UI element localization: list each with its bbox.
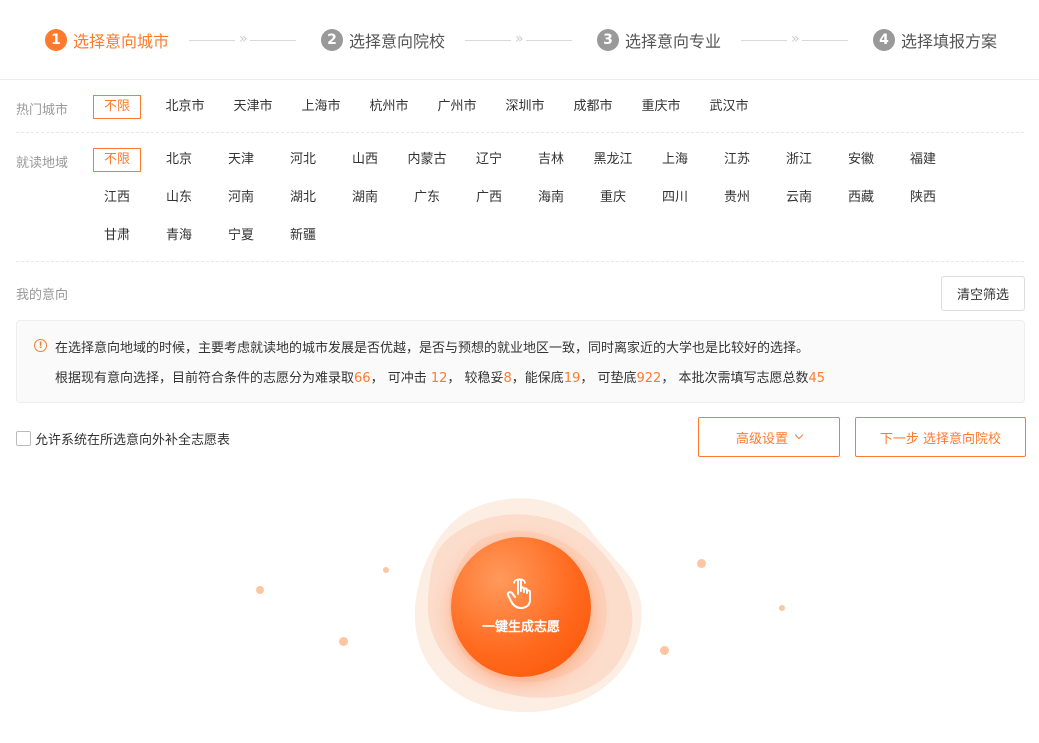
step-label: 选择填报方案	[901, 32, 998, 51]
hot-city-option[interactable]: 不限	[93, 95, 141, 119]
hard-count: 66	[354, 371, 371, 386]
auto-fill-label: 允许系统在所选意向外补全志愿表	[35, 433, 231, 448]
hot-city-option[interactable]: 广州市	[433, 95, 481, 119]
hot-city-option[interactable]: 天津市	[229, 95, 277, 119]
region-option[interactable]: 广东	[403, 186, 451, 210]
exclamation-circle-icon: !	[34, 339, 47, 352]
step-number: 3	[597, 29, 619, 51]
region-option[interactable]: 云南	[775, 186, 823, 210]
generate-plan-label: 一键生成志愿	[481, 619, 560, 635]
regions-label: 就读地域	[16, 156, 69, 171]
region-option[interactable]: 新疆	[279, 224, 327, 248]
my-intention-label: 我的意向	[16, 288, 69, 303]
step-label: 选择意向专业	[625, 32, 722, 51]
region-option[interactable]: 西藏	[837, 186, 885, 210]
hot-city-option[interactable]: 上海市	[297, 95, 345, 119]
region-option[interactable]: 青海	[155, 224, 203, 248]
double-chevron-icon: »	[515, 31, 523, 47]
double-chevron-icon: »	[239, 31, 247, 47]
region-option[interactable]: 天津	[217, 148, 265, 172]
region-option[interactable]: 浙江	[775, 148, 823, 172]
divider	[16, 261, 1024, 262]
region-option[interactable]: 不限	[93, 148, 141, 172]
region-option[interactable]: 河南	[217, 186, 265, 210]
tip-stats: 根据现有意向选择，目前符合条件的志愿分为难录取66， 可冲击 12， 较稳妥8，…	[55, 371, 826, 386]
step-number: 4	[873, 29, 895, 51]
decor-dot	[256, 586, 264, 594]
region-option[interactable]: 海南	[527, 186, 575, 210]
step-label: 选择意向城市	[73, 32, 170, 51]
decor-dot	[660, 646, 669, 655]
hot-city-option[interactable]: 杭州市	[365, 95, 413, 119]
step-number: 2	[321, 29, 343, 51]
decor-dot	[697, 559, 706, 568]
safe-count: 19	[563, 371, 581, 386]
auto-fill-checkbox[interactable]	[16, 431, 31, 446]
region-option[interactable]: 重庆	[589, 186, 637, 210]
step-4[interactable]: 4 选择填报方案	[873, 28, 997, 52]
step-separator: »	[741, 32, 848, 46]
chevron-down-icon	[794, 430, 804, 440]
auto-fill-option[interactable]: 允许系统在所选意向外补全志愿表	[16, 429, 230, 448]
stable-count: 8	[503, 371, 512, 386]
region-option[interactable]: 甘肃	[93, 224, 141, 248]
decor-dot	[339, 637, 348, 646]
region-option[interactable]: 宁夏	[217, 224, 265, 248]
region-option[interactable]: 河北	[279, 148, 327, 172]
hot-city-option[interactable]: 武汉市	[705, 95, 753, 119]
region-option[interactable]: 江苏	[713, 148, 761, 172]
divider	[16, 132, 1024, 133]
hand-pointer-icon	[506, 577, 531, 609]
region-option[interactable]: 内蒙古	[403, 148, 451, 172]
tip-text: 在选择意向地域的时候，主要考虑就读地的城市发展是否优越，是否与预想的就业地区一致…	[55, 341, 810, 356]
tip-box: ! 在选择意向地域的时候，主要考虑就读地的城市发展是否优越，是否与预想的就业地区…	[16, 320, 1025, 403]
double-chevron-icon: »	[791, 31, 799, 47]
generate-plan-button[interactable]: 一键生成志愿	[451, 537, 591, 677]
decor-dot	[779, 605, 785, 611]
region-option[interactable]: 北京	[155, 148, 203, 172]
rush-count: 12	[430, 371, 448, 386]
region-option[interactable]: 陕西	[899, 186, 947, 210]
step-number: 1	[45, 29, 67, 51]
step-separator: »	[465, 32, 572, 46]
region-option[interactable]: 吉林	[527, 148, 575, 172]
bottom-count: 922	[636, 371, 662, 386]
next-step-button[interactable]: 下一步 选择意向院校	[855, 417, 1026, 457]
step-separator: »	[189, 32, 296, 46]
hot-city-option[interactable]: 重庆市	[637, 95, 685, 119]
steps-bar: 1 选择意向城市 » 2 选择意向院校 » 3 选择意向专业 » 4 选择填报方…	[0, 0, 1039, 80]
hot-city-option[interactable]: 深圳市	[501, 95, 549, 119]
hot-city-option[interactable]: 成都市	[569, 95, 617, 119]
region-option[interactable]: 辽宁	[465, 148, 513, 172]
step-2[interactable]: 2 选择意向院校	[321, 28, 445, 52]
region-option[interactable]: 湖北	[279, 186, 327, 210]
hot-city-option[interactable]: 北京市	[161, 95, 209, 119]
hot-cities-label: 热门城市	[16, 103, 69, 118]
step-label: 选择意向院校	[349, 32, 446, 51]
step-1[interactable]: 1 选择意向城市	[45, 28, 169, 52]
region-option[interactable]: 四川	[651, 186, 699, 210]
region-option[interactable]: 福建	[899, 148, 947, 172]
region-option[interactable]: 山东	[155, 186, 203, 210]
region-option[interactable]: 山西	[341, 148, 389, 172]
decor-dot	[383, 567, 389, 573]
region-option[interactable]: 安徽	[837, 148, 885, 172]
clear-filter-button[interactable]: 清空筛选	[941, 276, 1025, 311]
advanced-settings-button[interactable]: 高级设置	[698, 417, 840, 457]
total-count: 45	[808, 371, 826, 386]
step-3[interactable]: 3 选择意向专业	[597, 28, 721, 52]
region-option[interactable]: 黑龙江	[589, 148, 637, 172]
region-option[interactable]: 上海	[651, 148, 699, 172]
region-option[interactable]: 湖南	[341, 186, 389, 210]
region-option[interactable]: 江西	[93, 186, 141, 210]
region-option[interactable]: 广西	[465, 186, 513, 210]
region-option[interactable]: 贵州	[713, 186, 761, 210]
